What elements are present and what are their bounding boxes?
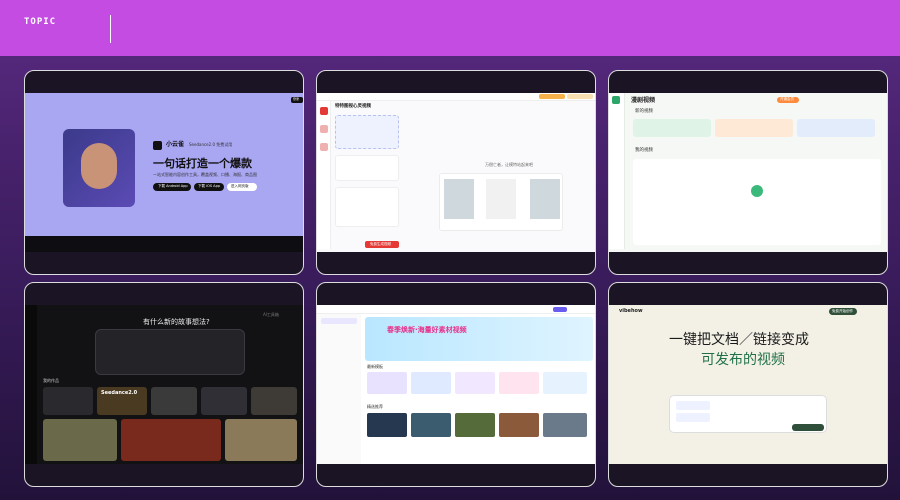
page-title: 漫剧视频: [631, 97, 656, 104]
video-card[interactable]: [543, 413, 587, 437]
video-card[interactable]: [499, 413, 539, 437]
divider: [110, 15, 111, 43]
screenshot-template-market: 春季焕新·海量好素材视频 最新模板 精选推荐: [317, 305, 595, 464]
nav-button[interactable]: [553, 307, 567, 312]
section-latest: 最新模板: [367, 364, 383, 369]
hero-banner[interactable]: 春季焕新·海量好素材视频: [365, 317, 593, 361]
panel-title: 特特图视心灵视频: [335, 104, 371, 109]
empty-state: [633, 159, 881, 245]
add-work-button[interactable]: [43, 387, 93, 415]
app-logo-icon: [612, 96, 620, 104]
thumb[interactable]: [121, 419, 221, 461]
option-card[interactable]: [797, 119, 875, 137]
sidebar: [317, 314, 361, 464]
result-subtitle: 万偿亡者，让模特站起来吧: [485, 162, 533, 167]
card-template-market[interactable]: 春季焕新·海量好素材视频 最新模板 精选推荐: [316, 282, 596, 487]
option-card[interactable]: [715, 119, 793, 137]
sidebar: [609, 93, 625, 249]
brand-name: 小云雀: [166, 141, 185, 148]
template-card[interactable]: [411, 372, 451, 394]
options-panel: [335, 187, 399, 227]
screenshot-manju-video: 漫剧视频 开通会员 新的视频 我的视频: [609, 93, 887, 252]
prompt-heading: 有什么新的故事想法?: [143, 318, 210, 326]
phone-image: [63, 129, 135, 207]
template-card[interactable]: [499, 372, 539, 394]
top-banner: TOPIC: [0, 0, 900, 56]
video-card[interactable]: [367, 413, 407, 437]
sidebar-item-active[interactable]: [321, 318, 357, 324]
option-card[interactable]: [633, 119, 711, 137]
headline-line2: 可发布的视频: [701, 352, 785, 368]
login-button[interactable]: 登录: [291, 97, 303, 103]
screenshot-video-generator: 特特图视心灵视频 免费生成视频 万偿亡者，让模特站起来吧: [317, 93, 595, 252]
thumb[interactable]: [251, 387, 297, 415]
attachment-chip[interactable]: [676, 413, 710, 422]
headline-line1: 一键把文档／链接变成: [669, 332, 809, 348]
vip-button[interactable]: [539, 94, 565, 99]
subline: 一站式智能内容创作工具，覆盖视频、口播、海报、商品图: [153, 172, 257, 177]
card-story-video[interactable]: 有什么新的故事想法? AI工具箱 我的作品 Seedance2.0: [24, 282, 304, 487]
sidebar: [25, 305, 37, 464]
empty-icon: [751, 185, 763, 197]
nav-bar: [317, 305, 595, 314]
thumb[interactable]: [225, 419, 297, 461]
section-mine: 我的视频: [635, 148, 653, 153]
headline: 一句话打造一个爆款: [153, 157, 252, 170]
prompt-input[interactable]: [335, 155, 399, 181]
upload-area[interactable]: [335, 115, 399, 149]
app-logo-icon: [153, 141, 162, 150]
result-panel: [439, 173, 563, 231]
topic-label: TOPIC: [24, 17, 57, 27]
promo-button[interactable]: [567, 94, 593, 99]
thumb[interactable]: [201, 387, 247, 415]
card-manju-video[interactable]: 漫剧视频 开通会员 新的视频 我的视频: [608, 70, 888, 275]
logo: vibehow: [619, 308, 643, 314]
banner-text: 春季焕新·海量好素材视频: [387, 326, 467, 334]
card-xiaoyunque[interactable]: 登录 小云雀 Seedance2.0 免费试用 一句话打造一个爆款 一站式智能内…: [24, 70, 304, 275]
sidebar-item-active[interactable]: [320, 107, 328, 115]
screenshot-xiaoyunque: 登录 小云雀 Seedance2.0 免费试用 一句话打造一个爆款 一站式智能内…: [25, 93, 303, 252]
attachment-chip[interactable]: [676, 401, 710, 410]
tagline: Seedance2.0 免费试用: [189, 142, 233, 147]
web-version-button[interactable]: 进入网页版: [227, 183, 257, 191]
template-card[interactable]: [455, 372, 495, 394]
section-featured: 精选推荐: [367, 404, 383, 409]
video-card[interactable]: [455, 413, 495, 437]
thumb[interactable]: [43, 419, 117, 461]
video-card[interactable]: [411, 413, 451, 437]
result-image: [530, 179, 560, 219]
template-card[interactable]: [367, 372, 407, 394]
footer: [25, 236, 303, 252]
result-text-card: [486, 179, 516, 219]
screenshot-vibehow: vibehow 免费开始创作 一键把文档／链接变成 可发布的视频: [609, 305, 887, 464]
card-video-generator[interactable]: 特特图视心灵视频 免费生成视频 万偿亡者，让模特站起来吧: [316, 70, 596, 275]
vip-badge[interactable]: 开通会员: [777, 97, 799, 103]
submit-button[interactable]: [792, 424, 824, 431]
screenshot-story-video: 有什么新的故事想法? AI工具箱 我的作品 Seedance2.0: [25, 305, 303, 464]
sidebar: [317, 101, 331, 249]
section-works: 我的作品: [43, 378, 59, 383]
cta-button[interactable]: 免费开始创作: [829, 308, 857, 315]
section-new: 新的视频: [635, 109, 653, 114]
result-image: [444, 179, 474, 219]
android-download-button[interactable]: 下载 Android App: [153, 183, 191, 191]
portrait: [81, 143, 117, 189]
watermark: AI工具箱: [263, 312, 279, 317]
card-vibehow[interactable]: vibehow 免费开始创作 一键把文档／链接变成 可发布的视频: [608, 282, 888, 487]
thumb[interactable]: Seedance2.0: [97, 387, 147, 415]
thumb[interactable]: [151, 387, 197, 415]
sidebar-item[interactable]: [320, 143, 328, 151]
nav-bar: [317, 93, 595, 101]
sidebar-item[interactable]: [320, 125, 328, 133]
document-input[interactable]: [669, 395, 827, 433]
ios-download-button[interactable]: 下载 iOS App: [194, 183, 224, 191]
template-card[interactable]: [543, 372, 587, 394]
prompt-input[interactable]: [95, 329, 245, 375]
generate-button[interactable]: 免费生成视频: [365, 241, 399, 248]
